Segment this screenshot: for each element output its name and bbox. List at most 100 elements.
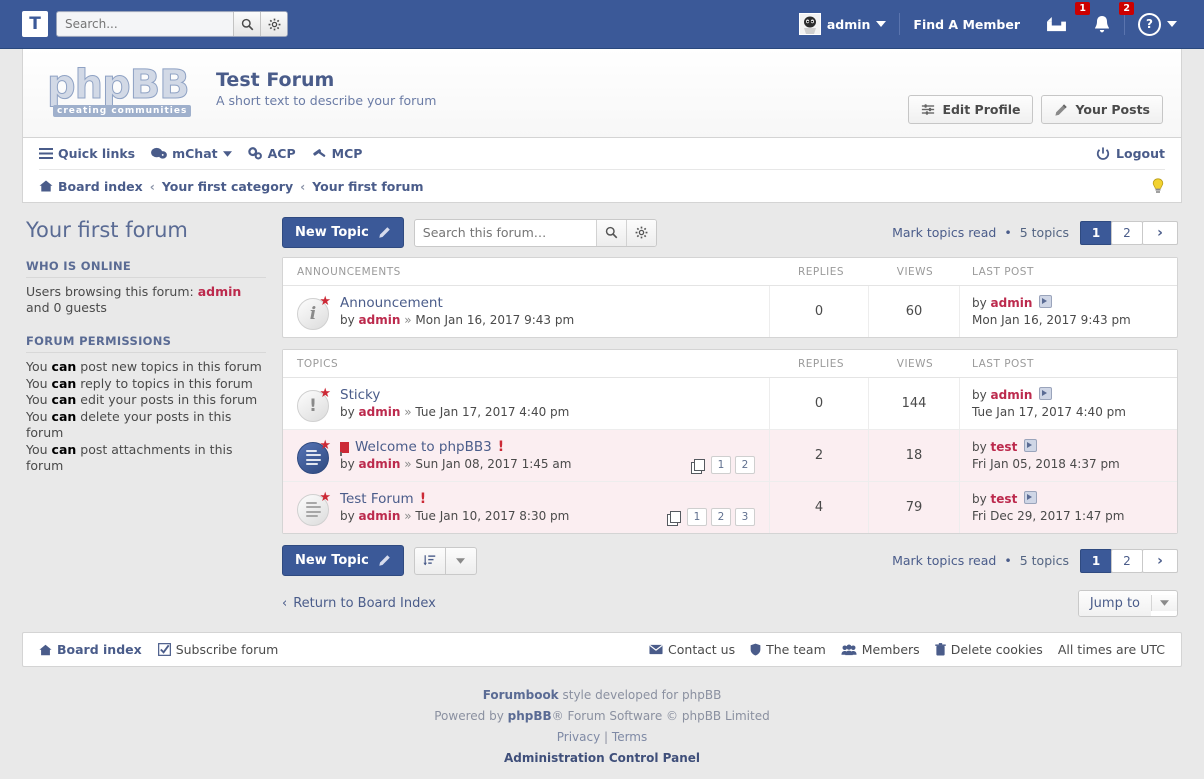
topic-author-link[interactable]: admin [359,313,401,327]
logout-link[interactable]: Logout [1096,146,1165,161]
go-to-last-post-icon[interactable] [1039,386,1053,400]
return-label: Return to Board Index [293,595,436,611]
topic-title-link[interactable]: Sticky [340,386,569,404]
star-badge-icon: ★ [319,489,331,505]
who-online-user[interactable]: admin [198,284,242,299]
contact-us-link[interactable]: Contact us [649,642,735,657]
topic-page-3[interactable]: 3 [735,508,755,526]
topic-info: Announcement by admin » Mon Jan 16, 2017… [340,294,574,329]
phpbb-link[interactable]: phpBB [508,709,552,723]
new-topic-button-top[interactable]: New Topic [282,217,404,248]
quick-links-menu[interactable]: Quick links [39,146,135,161]
notifications-button[interactable]: 2 [1080,2,1134,38]
breadcrumb-label-2[interactable]: Your first forum [312,179,423,194]
style-name[interactable]: Forumbook [483,688,559,702]
last-post-author-link[interactable]: test [991,440,1018,454]
the-team-link[interactable]: The team [750,642,826,657]
page-1-button-top[interactable]: 1 [1080,220,1112,245]
topic-title-link[interactable]: Test Forum ! [340,490,569,508]
sort-dropdown-button[interactable] [445,546,477,575]
acp-link-footer[interactable]: Administration Control Panel [22,748,1182,769]
forum-search-input[interactable] [414,220,596,245]
last-post-date: Fri Dec 29, 2017 1:47 pm [972,508,1125,523]
powered-by: Powered by phpBB® Forum Software © phpBB… [434,709,770,723]
mcp-label: MCP [331,146,363,161]
breadcrumb-label-1[interactable]: Your first category [162,179,293,194]
page-1-button-bottom[interactable]: 1 [1080,548,1112,573]
col-views: VIEWS [896,357,934,370]
col-last-post: LAST POST [972,265,1034,278]
subscribe-forum-link[interactable]: Subscribe forum [157,642,278,657]
footer-board-index-link[interactable]: Board index [39,642,142,657]
sidebar: Your first forum WHO IS ONLINE Users bro… [22,217,266,618]
tip-bulb-icon[interactable] [1151,178,1165,194]
site-title: Test Forum [216,69,335,91]
sliders-icon [921,103,935,116]
search-input[interactable] [57,13,233,35]
edit-profile-button[interactable]: Edit Profile [908,95,1034,124]
phpbb-logo[interactable]: phpBB creating communities [47,63,202,117]
pages-icon [667,510,681,526]
permission-row: You can post attachments in this forum [26,441,233,474]
search-submit-button[interactable] [233,12,260,36]
topic-info: Test Forum ! by admin » Tue Jan 10, 2017… [340,490,569,525]
topic-title-link[interactable]: Welcome to phpBB3 ! [340,438,571,456]
user-menu[interactable]: admin [786,10,900,38]
topic-page-1[interactable]: 1 [687,508,707,526]
last-post-author-link[interactable]: admin [991,296,1033,310]
who-online-prefix: Users browsing this forum: [26,284,194,299]
messages-button[interactable]: 1 [1033,2,1090,38]
topic-page-1[interactable]: 1 [711,456,731,474]
topic-author-link[interactable]: admin [359,509,401,523]
permission-row: You can delete your posts in this forum [26,408,232,441]
jump-to-label: Jump to [1078,590,1151,616]
col-replies: REPLIES [797,357,844,370]
next-page-button-bottom[interactable]: › [1142,548,1178,573]
topic-title-link[interactable]: Announcement [340,294,574,312]
col-last-post: LAST POST [972,357,1034,370]
search-settings-gear-icon[interactable] [260,12,287,36]
topic-page-2[interactable]: 2 [735,456,755,474]
mark-topics-read-link-top[interactable]: Mark topics read [892,225,996,240]
contact-us-label: Contact us [668,642,736,657]
return-to-board-index-link[interactable]: ‹ Return to Board Index [282,596,436,611]
topic-count-top: 5 topics [1019,225,1069,240]
last-post-author-link[interactable]: admin [991,388,1033,402]
topic-info: Sticky by admin » Tue Jan 17, 2017 4:40 … [340,386,569,421]
members-link[interactable]: Members [841,642,920,657]
go-to-last-post-icon[interactable] [1024,438,1038,452]
your-posts-button[interactable]: Your Posts [1041,95,1163,124]
topic-author-link[interactable]: admin [359,405,401,419]
topic-page-2[interactable]: 2 [711,508,731,526]
style-credit: Forumbook style developed for phpBB [22,685,1182,706]
jump-to-dropdown[interactable]: Jump to [1077,589,1178,617]
last-post-cell: by admin Mon Jan 16, 2017 9:43 pm [959,286,1177,337]
site-logo-icon[interactable]: T [22,11,48,37]
topic-author-link[interactable]: admin [359,457,401,471]
acp-link[interactable]: ACP [247,146,296,161]
help-menu[interactable]: ? [1125,10,1190,38]
next-page-button-top[interactable]: › [1142,220,1178,245]
terms-link[interactable]: Terms [612,730,647,744]
topic-info: Welcome to phpBB3 ! by admin » Sun Jan 0… [340,438,571,473]
go-to-last-post-icon[interactable] [1039,294,1053,308]
mchat-menu[interactable]: mChat [151,146,232,161]
sort-controls [413,546,477,575]
go-to-last-post-icon[interactable] [1024,490,1038,504]
mcp-link[interactable]: MCP [312,146,363,161]
page-2-button-top[interactable]: 2 [1111,220,1143,245]
last-post-cell: by test Fri Jan 05, 2018 4:37 pm [959,430,1177,481]
breadcrumb-board-index[interactable]: Board index [39,179,143,194]
last-post-author-link[interactable]: test [991,492,1018,506]
new-topic-button-bottom[interactable]: New Topic [282,545,404,576]
topic-cell: ★ Welcome to phpBB3 ! by admin » Sun Jan… [283,430,769,481]
forum-search-submit-button[interactable] [595,219,626,246]
page-2-button-bottom[interactable]: 2 [1111,548,1143,573]
forum-search-options-gear-icon[interactable] [625,219,656,246]
mark-topics-read-link-bottom[interactable]: Mark topics read [892,553,996,568]
find-a-member-link[interactable]: Find A Member [900,10,1033,38]
delete-cookies-link[interactable]: Delete cookies [934,642,1043,657]
privacy-link[interactable]: Privacy [557,730,600,744]
topic-date: Mon Jan 16, 2017 9:43 pm [415,313,575,327]
sort-order-icon[interactable] [413,546,446,575]
